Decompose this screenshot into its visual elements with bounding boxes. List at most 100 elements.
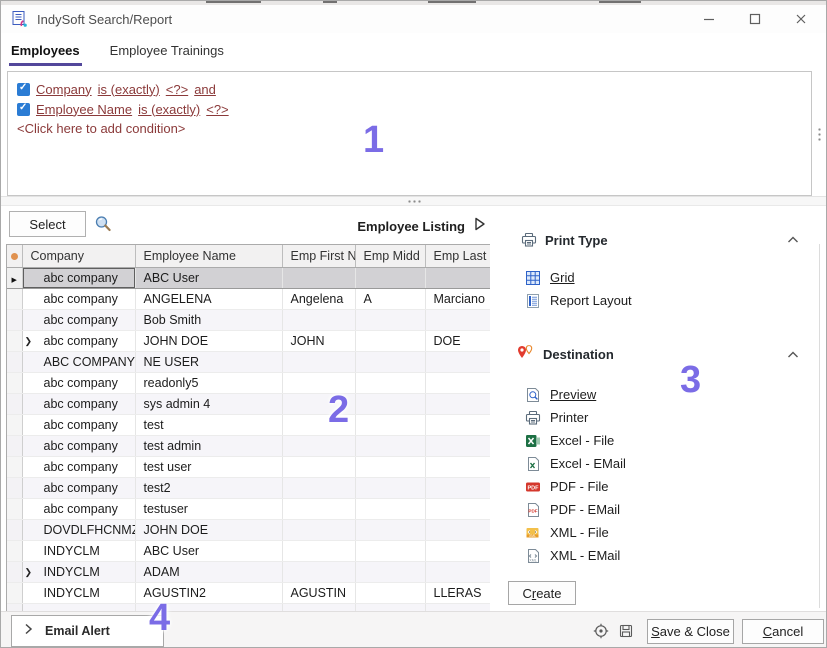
cell-first-name[interactable] [282,351,355,372]
cell-first-name[interactable] [282,540,355,561]
table-row[interactable]: abc company test admin [7,435,490,456]
cell-last-name[interactable] [425,435,490,456]
cell-middle-name[interactable] [355,435,425,456]
cell-company[interactable]: abc company [22,435,135,456]
cell-middle-name[interactable] [355,561,425,582]
cell-employee-name[interactable]: ABC User [135,267,282,288]
cell-company[interactable]: abc company [22,414,135,435]
save-disk-icon[interactable] [618,623,634,639]
table-row[interactable]: abc company JOHN DOE JOHN DOE [7,330,490,351]
cell-last-name[interactable]: LLERAS [425,582,490,603]
filter-indicator-header[interactable] [7,245,22,267]
cell-employee-name[interactable]: test [135,414,282,435]
cell-company[interactable]: abc company [22,330,135,351]
condition-conjunction-link[interactable]: and [194,82,216,97]
cell-middle-name[interactable] [355,351,425,372]
email-alert-expander[interactable]: Email Alert [11,615,164,647]
cancel-button[interactable]: Cancel [742,619,824,644]
condition-operator-link[interactable]: is (exactly) [98,82,160,97]
save-close-button[interactable]: Save & Close [647,619,734,644]
row-selector-cell[interactable] [7,288,22,309]
cell-last-name[interactable] [425,351,490,372]
row-selector-cell[interactable] [7,582,22,603]
option-item[interactable]: Report Layout [525,289,821,312]
cell-first-name[interactable]: JOHN [282,330,355,351]
tab-employee-trainings[interactable]: Employee Trainings [108,37,226,66]
filter-condition-row[interactable]: Employee Name is (exactly) <?> [17,99,802,119]
cell-last-name[interactable] [425,540,490,561]
cell-last-name[interactable] [425,519,490,540]
cell-last-name[interactable]: Marciano [425,288,490,309]
table-row[interactable]: INDYCLM ABC User [7,540,490,561]
cell-first-name[interactable]: Angelena [282,288,355,309]
condition-value-link[interactable]: <?> [166,82,188,97]
option-item[interactable]: Printer [525,406,821,429]
table-row[interactable]: abc company test [7,414,490,435]
table-row[interactable]: abc company test2 [7,477,490,498]
cell-last-name[interactable]: DOE [425,330,490,351]
cell-employee-name[interactable]: JOHN DOE [135,330,282,351]
cell-company[interactable]: ABC COMPANY [22,351,135,372]
maximize-button[interactable] [748,12,762,26]
cell-middle-name[interactable] [355,393,425,414]
cell-middle-name[interactable] [355,603,425,611]
cell-last-name[interactable] [425,414,490,435]
cell-company[interactable] [22,603,135,611]
cell-last-name[interactable] [425,393,490,414]
column-header-employee-name[interactable]: Employee Name [135,245,282,267]
option-item[interactable]: Preview [525,383,821,406]
cell-company[interactable]: abc company [22,498,135,519]
cell-middle-name[interactable] [355,267,425,288]
table-row[interactable]: DOVDLFHCNMZJBI JOHN DOE [7,519,490,540]
cell-first-name[interactable] [282,477,355,498]
column-header-company[interactable]: Company [22,245,135,267]
table-row[interactable]: abc company testuser [7,498,490,519]
cell-first-name[interactable] [282,456,355,477]
option-item[interactable]: XML XML - EMail [525,544,821,567]
cell-middle-name[interactable] [355,582,425,603]
row-selector-cell[interactable] [7,414,22,435]
cell-employee-name[interactable]: ANGELENA [135,288,282,309]
cell-employee-name[interactable]: ABC User [135,540,282,561]
cell-employee-name[interactable]: ADAM [135,561,282,582]
cell-company[interactable]: abc company [22,372,135,393]
table-row[interactable]: abc company test user [7,456,490,477]
cell-employee-name[interactable]: test user [135,456,282,477]
row-selector-cell[interactable] [7,519,22,540]
chevron-up-icon[interactable] [787,351,799,359]
cell-first-name[interactable] [282,309,355,330]
row-selector-cell[interactable] [7,267,22,288]
cell-company[interactable]: INDYCLM [22,582,135,603]
cell-company[interactable]: abc company [22,309,135,330]
cell-last-name[interactable] [425,561,490,582]
table-row[interactable]: ABC COMPANY NE USER [7,351,490,372]
option-item[interactable]: Grid [525,266,821,289]
cell-first-name[interactable] [282,561,355,582]
cell-last-name[interactable] [425,498,490,519]
cell-first-name[interactable] [282,414,355,435]
cell-company[interactable]: abc company [22,288,135,309]
expand-row-icon[interactable] [25,336,34,347]
cell-employee-name[interactable]: NE USER [135,351,282,372]
option-item[interactable]: Excel - File [525,429,821,452]
cell-first-name[interactable] [282,603,355,611]
cell-company[interactable]: abc company [22,393,135,414]
cell-last-name[interactable] [425,267,490,288]
cell-company[interactable]: INDYCLM [22,561,135,582]
cell-middle-name[interactable] [355,519,425,540]
cell-middle-name[interactable] [355,498,425,519]
column-header-middle-name[interactable]: Emp Midd [355,245,425,267]
cell-middle-name[interactable] [355,456,425,477]
cell-last-name[interactable] [425,309,490,330]
filter-condition-row[interactable]: Company is (exactly) <?> and [17,79,802,99]
panel-resize-grip[interactable] [814,71,824,196]
close-button[interactable] [794,12,808,26]
cell-employee-name[interactable]: test2 [135,477,282,498]
cell-middle-name[interactable] [355,414,425,435]
cell-middle-name[interactable] [355,372,425,393]
cell-employee-name[interactable]: testuser [135,498,282,519]
cell-last-name[interactable] [425,477,490,498]
settings-gear-icon[interactable] [593,623,609,639]
table-row[interactable] [7,603,490,611]
row-selector-cell[interactable] [7,498,22,519]
